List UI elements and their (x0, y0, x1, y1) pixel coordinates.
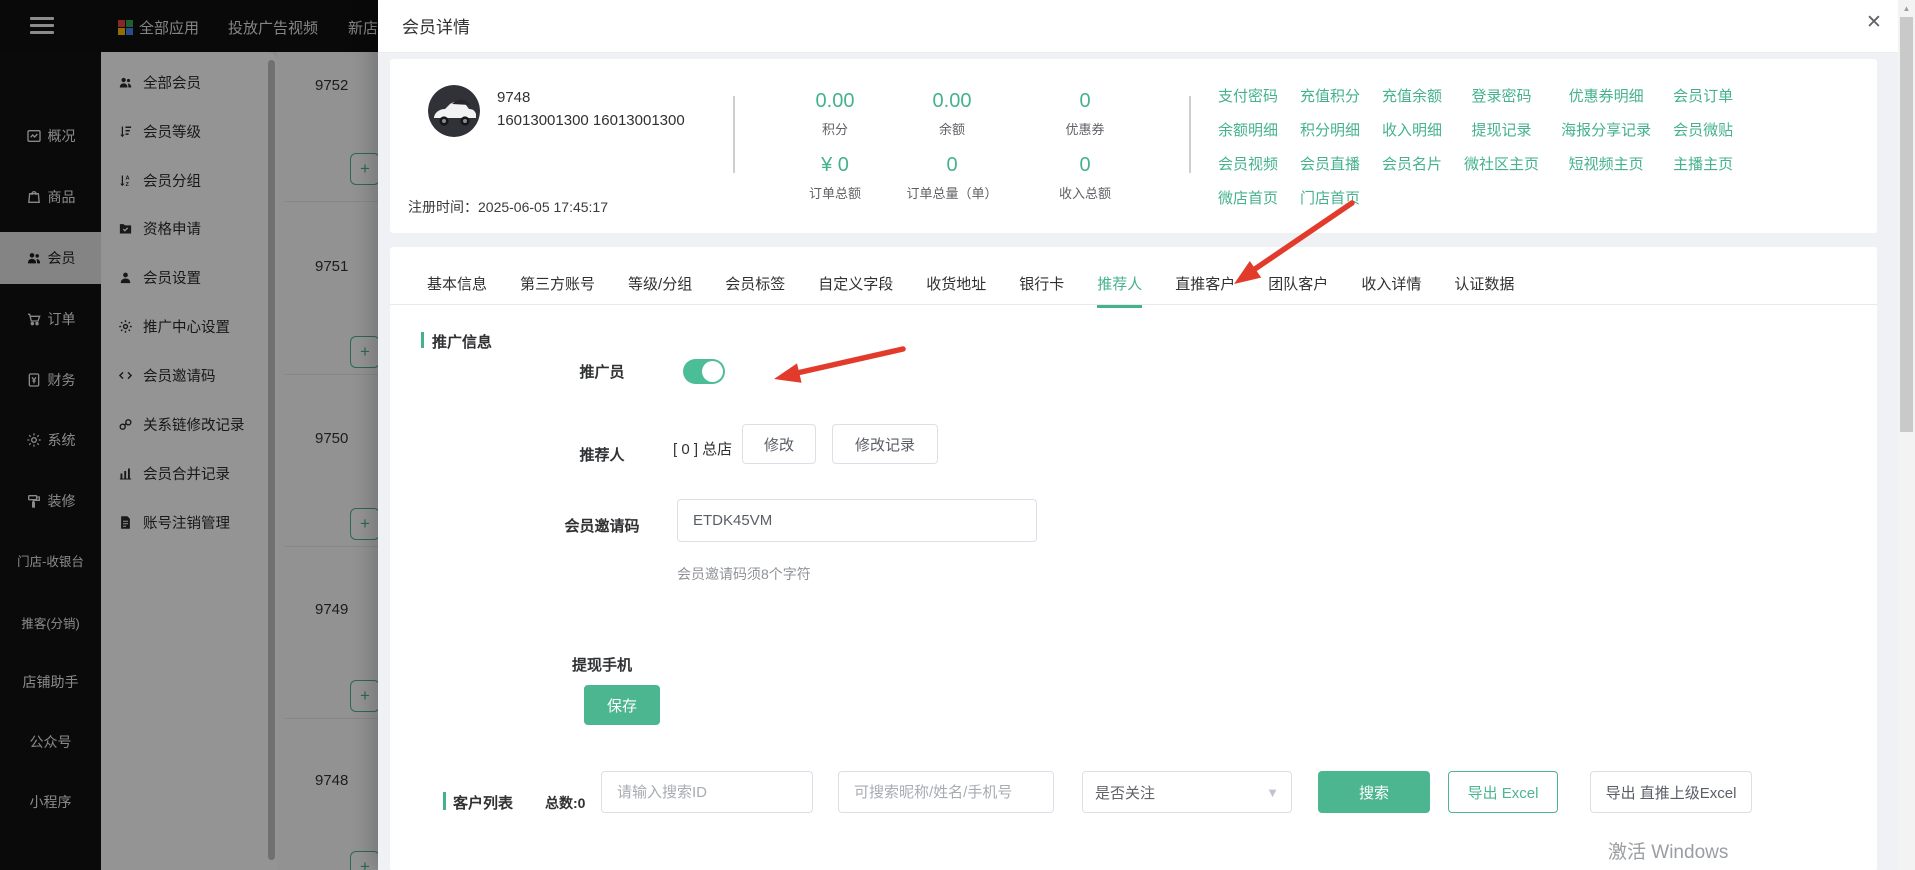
stat-value: 0.00 (815, 90, 855, 112)
tab-address[interactable]: 收货地址 (926, 273, 986, 308)
stat-value: 0.00 (932, 90, 972, 112)
modal-overlay-mask[interactable] (0, 0, 378, 870)
promoter-toggle[interactable] (683, 359, 725, 384)
follow-status-select[interactable]: 是否关注 ▼ (1082, 771, 1292, 813)
stat-value: 0 (1079, 154, 1091, 176)
invite-code-label: 会员邀请码 (564, 518, 640, 535)
invite-code-input[interactable] (677, 499, 1037, 542)
stat-label: 余额 (938, 122, 965, 137)
vertical-divider (733, 96, 735, 173)
member-name: 9748 (497, 89, 531, 106)
modify-log-button[interactable]: 修改记录 (832, 424, 938, 464)
save-button[interactable]: 保存 (584, 685, 660, 725)
scrollbar-up-arrow-icon[interactable]: ▲ (1898, 2, 1915, 16)
quick-link[interactable]: 微社区主页 (1464, 153, 1539, 174)
stat-value: 0 (946, 154, 958, 176)
vertical-divider (1189, 96, 1191, 173)
stat-col-balance: 0.00 余额 0 订单总量（单） (892, 89, 1012, 201)
avatar (428, 85, 480, 137)
quick-link[interactable]: 登录密码 (1472, 85, 1532, 106)
search-id-input[interactable] (601, 771, 813, 813)
tab-level-group[interactable]: 等级/分组 (628, 273, 692, 308)
tab-direct-customers[interactable]: 直推客户 (1175, 273, 1235, 308)
quick-link[interactable]: 会员直播 (1300, 153, 1360, 174)
referrer-label: 推荐人 (579, 447, 625, 464)
member-summary-card: 9748 16013001300 16013001300 注册时间：2025-0… (390, 59, 1877, 233)
tab-referrer[interactable]: 推荐人 (1097, 273, 1143, 308)
search-button[interactable]: 搜索 (1318, 771, 1430, 813)
customer-section-title: 客户列表 (453, 795, 514, 812)
toggle-knob (702, 361, 723, 382)
quick-link[interactable]: 会员视频 (1218, 153, 1278, 174)
drawer-title: 会员详情 (402, 18, 470, 37)
tab-third-party[interactable]: 第三方账号 (520, 273, 595, 308)
member-phone: 16013001300 16013001300 (497, 112, 685, 129)
select-value: 是否关注 (1095, 784, 1156, 802)
stat-col-coupons: 0 优惠券 0 收入总额 (1023, 89, 1147, 201)
tab-member-tags[interactable]: 会员标签 (725, 273, 785, 308)
invite-code-hint: 会员邀请码须8个字符 (677, 566, 811, 582)
quick-link[interactable]: 会员名片 (1382, 153, 1442, 174)
stat-label: 积分 (821, 122, 848, 137)
detail-tabs: 基本信息 第三方账号 等级/分组 会员标签 自定义字段 收货地址 银行卡 推荐人… (427, 273, 1514, 308)
quick-link[interactable]: 提现记录 (1472, 119, 1532, 140)
windows-activation-watermark: 激活 Windows (1608, 842, 1729, 863)
member-detail-card: 基本信息 第三方账号 等级/分组 会员标签 自定义字段 收货地址 银行卡 推荐人… (390, 247, 1877, 870)
page-scrollbar[interactable]: ▲ (1898, 0, 1915, 870)
referrer-value: [ 0 ] 总店 (673, 441, 733, 458)
register-time: 注册时间：2025-06-05 17:45:17 (408, 199, 608, 215)
export-excel-button[interactable]: 导出 Excel (1448, 771, 1558, 813)
withdraw-phone-label: 提现手机 (571, 657, 632, 674)
tab-basic-info[interactable]: 基本信息 (427, 273, 487, 308)
quick-link[interactable]: 充值余额 (1382, 85, 1442, 106)
quick-link[interactable]: 门店首页 (1300, 187, 1360, 208)
modify-button[interactable]: 修改 (742, 424, 816, 464)
tab-custom-fields[interactable]: 自定义字段 (818, 273, 893, 308)
quick-links: 支付密码 充值积分 充值余额 登录密码 优惠券明细 会员订单 余额明细 积分明细… (1218, 85, 1733, 208)
quick-link[interactable]: 会员订单 (1673, 85, 1733, 106)
quick-link[interactable]: 微店首页 (1218, 187, 1278, 208)
stat-label: 收入总额 (1058, 186, 1111, 201)
quick-link[interactable]: 充值积分 (1300, 85, 1360, 106)
stat-col-points: 0.00 积分 ¥ 0 订单总额 (775, 89, 895, 201)
stat-label: 订单总额 (808, 186, 861, 201)
quick-link[interactable]: 会员微贴 (1673, 119, 1733, 140)
close-icon[interactable]: ✕ (1860, 8, 1888, 36)
tabs-divider (390, 304, 1877, 305)
quick-link[interactable]: 短视频主页 (1569, 153, 1644, 174)
stat-value: 0 (1079, 90, 1091, 112)
stat-label: 优惠券 (1065, 122, 1105, 137)
section-accent-bar (421, 332, 424, 348)
chevron-down-icon: ▼ (1266, 784, 1279, 800)
section-accent-bar (443, 792, 446, 810)
promoter-label: 推广员 (579, 364, 625, 381)
quick-link[interactable]: 收入明细 (1382, 119, 1442, 140)
quick-link[interactable]: 积分明细 (1300, 119, 1360, 140)
quick-link[interactable]: 支付密码 (1218, 85, 1278, 106)
quick-link[interactable]: 优惠券明细 (1569, 85, 1644, 106)
quick-link[interactable]: 余额明细 (1218, 119, 1278, 140)
quick-link[interactable]: 主播主页 (1673, 153, 1733, 174)
stat-label: 订单总量（单） (906, 186, 998, 201)
scrollbar-thumb[interactable] (1900, 17, 1913, 432)
export-upline-button[interactable]: 导出 直推上级Excel (1590, 771, 1752, 813)
tab-bank-card[interactable]: 银行卡 (1019, 273, 1064, 308)
member-detail-drawer: 会员详情 ✕ 9748 16013001300 16013001300 注册时间… (378, 0, 1915, 870)
search-name-input[interactable] (838, 771, 1054, 813)
tab-auth-data[interactable]: 认证数据 (1454, 273, 1514, 308)
customer-total-count: 总数:0 (545, 795, 586, 811)
tab-income-detail[interactable]: 收入详情 (1361, 273, 1421, 308)
drawer-body: 9748 16013001300 16013001300 注册时间：2025-0… (378, 52, 1898, 870)
quick-link[interactable]: 海报分享记录 (1561, 119, 1651, 140)
tab-team-customers[interactable]: 团队客户 (1268, 273, 1328, 308)
stat-value: ¥ 0 (821, 154, 849, 176)
promo-section-title: 推广信息 (432, 334, 493, 351)
app-window: 全部应用 投放广告视频 新店商城 概况 商品 会员 订单 财务 (0, 0, 1915, 870)
